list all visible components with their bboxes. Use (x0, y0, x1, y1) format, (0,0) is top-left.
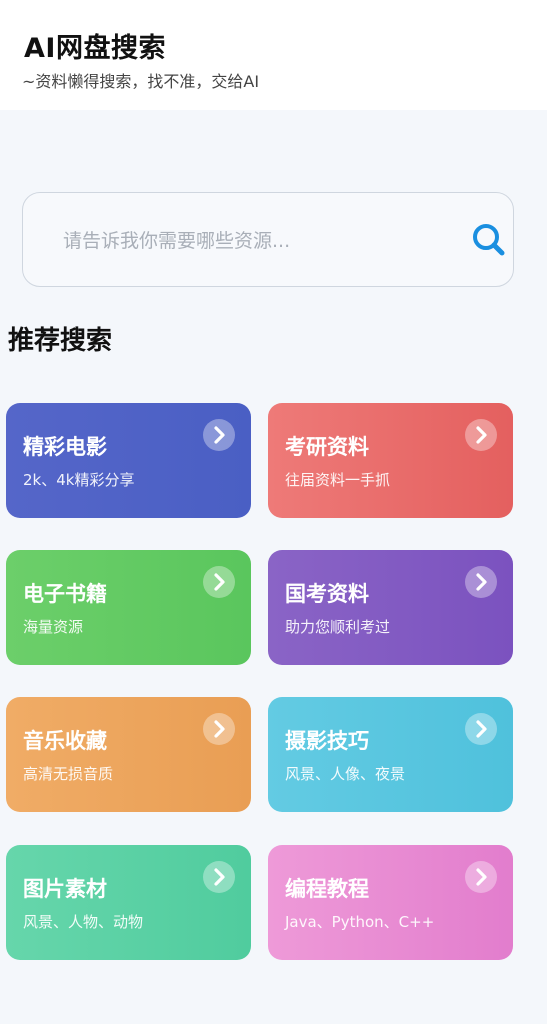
search-box[interactable] (22, 192, 514, 287)
card-movies[interactable]: 精彩电影 2k、4k精彩分享 (6, 403, 251, 518)
chevron-right-icon (476, 720, 487, 738)
card-title: 精彩电影 (23, 435, 107, 459)
chevron-right-icon (476, 868, 487, 886)
card-music[interactable]: 音乐收藏高清无损音质 (6, 697, 251, 812)
card-arrow-button[interactable] (465, 419, 497, 451)
app-header: AI网盘搜索 ~资料懒得搜索，找不准，交给AI (0, 0, 547, 110)
card-title: 摄影技巧 (285, 729, 369, 753)
app-subtitle: ~资料懒得搜索，找不准，交给AI (22, 72, 260, 91)
card-arrow-button[interactable] (203, 861, 235, 893)
card-arrow-button[interactable] (203, 566, 235, 598)
card-guokao[interactable]: 国考资料助力您顺利考过 (268, 550, 513, 665)
card-title: 编程教程 (285, 877, 369, 901)
chevron-right-icon (476, 426, 487, 444)
card-title: 电子书籍 (23, 582, 107, 606)
search-icon (473, 224, 505, 256)
section-title: 推荐搜索 (8, 326, 113, 356)
search-button[interactable] (467, 219, 509, 261)
card-arrow-button[interactable] (465, 861, 497, 893)
card-photography[interactable]: 摄影技巧风景、人像、夜景 (268, 697, 513, 812)
chevron-right-icon (214, 573, 225, 591)
chevron-right-icon (214, 426, 225, 444)
card-images[interactable]: 图片素材风景、人物、动物 (6, 845, 251, 960)
card-description: 2k、4k精彩分享 (23, 471, 135, 489)
card-arrow-button[interactable] (465, 713, 497, 745)
app-title: AI网盘搜索 (24, 33, 166, 64)
card-title: 音乐收藏 (23, 729, 107, 753)
card-ebooks[interactable]: 电子书籍 海量资源 (6, 550, 251, 665)
card-title: 图片素材 (23, 877, 107, 901)
chevron-right-icon (214, 720, 225, 738)
card-description: 风景、人物、动物 (23, 913, 144, 931)
card-description: 高清无损音质 (23, 765, 114, 783)
card-description: 助力您顺利考过 (285, 618, 391, 636)
card-programming[interactable]: 编程教程 Java、Python、C++ (268, 845, 513, 960)
search-input[interactable] (63, 221, 423, 261)
card-description: 往届资料一手抓 (285, 471, 391, 489)
card-title: 考研资料 (285, 435, 369, 459)
card-arrow-button[interactable] (203, 713, 235, 745)
card-description: Java、Python、C++ (285, 913, 435, 931)
card-description: 海量资源 (23, 618, 84, 636)
card-kaoyan[interactable]: 考研资料往届资料一手抓 (268, 403, 513, 518)
card-description: 风景、人像、夜景 (285, 765, 406, 783)
chevron-right-icon (214, 868, 225, 886)
card-arrow-button[interactable] (203, 419, 235, 451)
card-arrow-button[interactable] (465, 566, 497, 598)
card-title: 国考资料 (285, 582, 369, 606)
chevron-right-icon (476, 573, 487, 591)
